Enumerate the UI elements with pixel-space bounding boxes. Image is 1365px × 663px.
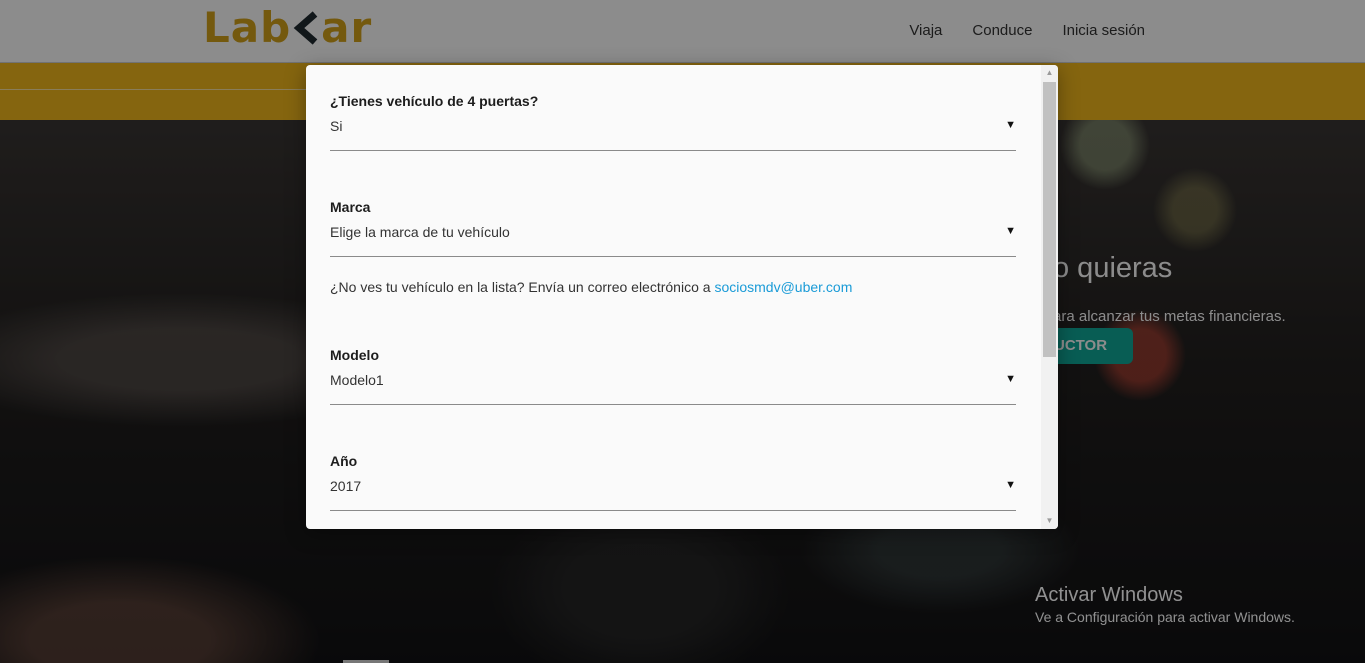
doors-value: Si: [330, 118, 343, 134]
scrollbar-thumb[interactable]: [1043, 82, 1056, 357]
dropdown-arrow-icon[interactable]: ▼: [1005, 119, 1016, 131]
watermark-title: Activar Windows: [1035, 584, 1183, 606]
missing-vehicle-help: ¿No ves tu vehículo en la lista? Envía u…: [330, 279, 852, 295]
doors-label: ¿Tienes vehículo de 4 puertas?: [330, 93, 539, 109]
watermark-subtitle: Ve a Configuración para activar Windows.: [1035, 609, 1295, 625]
doors-select[interactable]: ¿Tienes vehículo de 4 puertas? Si ▼: [330, 65, 1016, 151]
year-value: 2017: [330, 478, 362, 494]
brand-select[interactable]: Marca Elige la marca de tu vehículo ▼: [330, 171, 1016, 257]
brand-value: Elige la marca de tu vehículo: [330, 224, 510, 240]
scroll-down-icon[interactable]: ▼: [1041, 513, 1058, 529]
year-label: Año: [330, 453, 358, 469]
windows-activation-watermark: Activar Windows Ve a Configuración para …: [1035, 584, 1295, 625]
dropdown-arrow-icon[interactable]: ▼: [1005, 479, 1016, 491]
dropdown-arrow-icon[interactable]: ▼: [1005, 373, 1016, 385]
dropdown-arrow-icon[interactable]: ▼: [1005, 225, 1016, 237]
modal-scrollbar[interactable]: ▲ ▼: [1041, 65, 1058, 529]
model-value: Modelo1: [330, 372, 384, 388]
scroll-up-icon[interactable]: ▲: [1041, 65, 1058, 81]
brand-label: Marca: [330, 199, 371, 215]
model-label: Modelo: [330, 347, 379, 363]
model-select[interactable]: Modelo Modelo1 ▼: [330, 319, 1016, 405]
vehicle-modal: ¿Tienes vehículo de 4 puertas? Si ▼ Marc…: [306, 65, 1058, 529]
year-select[interactable]: Año 2017 ▼: [330, 425, 1016, 511]
help-text: ¿No ves tu vehículo en la lista? Envía u…: [330, 279, 711, 295]
help-email-link[interactable]: sociosmdv@uber.com: [714, 279, 852, 295]
